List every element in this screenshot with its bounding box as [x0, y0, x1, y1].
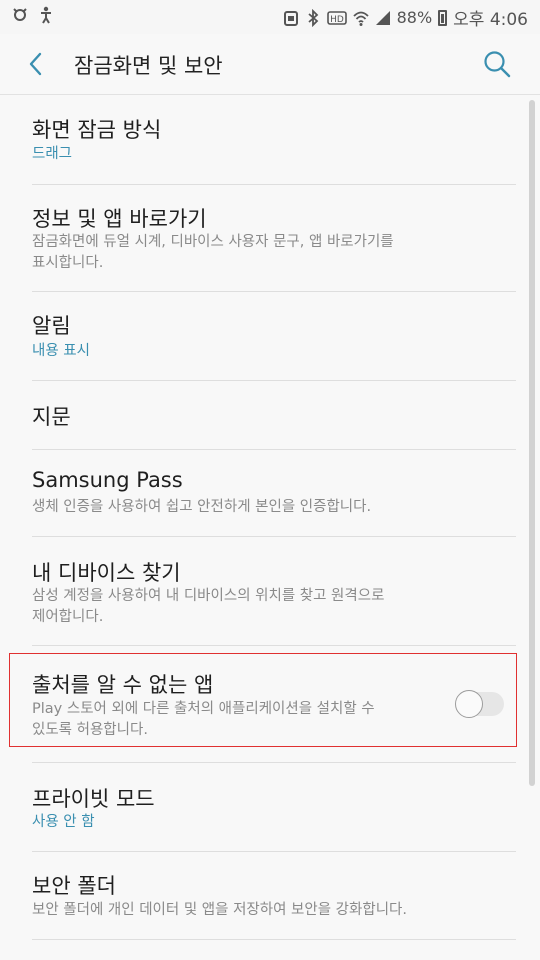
list-item-secure-folder[interactable]: 보안 폴더 보안 폴더에 개인 데이터 및 앱을 저장하여 보안을 강화합니다.: [0, 852, 540, 940]
item-subtitle-line1: 잠금화면에 듀얼 시계, 디바이스 사용자 문구, 앱 바로가기를: [32, 234, 394, 250]
list-item-screen-lock-type[interactable]: 화면 잠금 방식 드래그: [0, 96, 540, 184]
list-item-info-app-shortcuts[interactable]: 정보 및 앱 바로가기 잠금화면에 듀얼 시계, 디바이스 사용자 문구, 앱 …: [0, 185, 540, 291]
signal-icon: [375, 10, 390, 25]
storage-icon: [283, 10, 298, 26]
list-item-samsung-pass[interactable]: Samsung Pass 생체 인증을 사용하여 쉽고 안전하게 본인을 인증합…: [0, 450, 540, 536]
list-item-find-my-device[interactable]: 내 디바이스 찾기 삼성 계정을 사용하여 내 디바이스의 위치를 찾고 원격으…: [0, 537, 540, 645]
item-subtitle: 생체 인증을 사용하여 쉽고 안전하게 본인을 인증합니다.: [32, 499, 372, 515]
clock: 오후 4:06: [453, 10, 528, 30]
toggle-knob: [455, 690, 483, 718]
item-title: 내 디바이스 찾기: [32, 561, 181, 585]
status-bar: HD 88% 오후 4:06: [0, 0, 540, 34]
highlight-box: [9, 653, 517, 747]
item-subtitle: 보안 폴더에 개인 데이터 및 앱을 저장하여 보안을 강화합니다.: [32, 902, 407, 918]
accessibility-icon: [41, 6, 51, 24]
unknown-sources-toggle[interactable]: [455, 690, 504, 718]
item-title: 정보 및 앱 바로가기: [32, 207, 207, 231]
svg-text:HD: HD: [330, 15, 344, 25]
list-item-fingerprint[interactable]: 지문: [0, 381, 540, 449]
item-subtitle-line2: 표시합니다.: [32, 255, 104, 271]
wifi-icon: [352, 11, 369, 26]
back-arrow-icon[interactable]: [22, 50, 50, 78]
item-title: 화면 잠금 방식: [32, 118, 162, 142]
search-icon[interactable]: [482, 49, 512, 79]
item-subtitle-line2: 제어합니다.: [32, 609, 104, 625]
item-title: 지문: [32, 405, 71, 429]
scrollbar[interactable]: [529, 100, 535, 786]
hd-icon: HD: [326, 10, 347, 25]
list-item-private-mode[interactable]: 프라이빗 모드 사용 안 함: [0, 763, 540, 851]
item-title: 프라이빗 모드: [32, 787, 155, 811]
page-title: 잠금화면 및 보안: [74, 54, 223, 78]
bluetooth-icon: [307, 8, 318, 27]
item-subtitle-line1: 삼성 계정을 사용하여 내 디바이스의 위치를 찾고 원격으로: [32, 588, 385, 604]
divider: [32, 939, 516, 940]
item-title: Samsung Pass: [32, 468, 183, 492]
notification-icon: [13, 8, 27, 21]
divider: [32, 645, 516, 646]
item-title: 보안 폴더: [32, 874, 116, 898]
battery-percent: 88%: [396, 8, 433, 27]
item-subtitle: 사용 안 함: [32, 814, 95, 830]
list-item-notifications[interactable]: 알림 내용 표시: [0, 292, 540, 380]
item-subtitle: 내용 표시: [32, 343, 90, 359]
item-subtitle: 드래그: [32, 146, 73, 162]
battery-icon: [438, 9, 448, 26]
app-bar: 잠금화면 및 보안: [0, 34, 540, 95]
item-title: 알림: [32, 314, 71, 338]
